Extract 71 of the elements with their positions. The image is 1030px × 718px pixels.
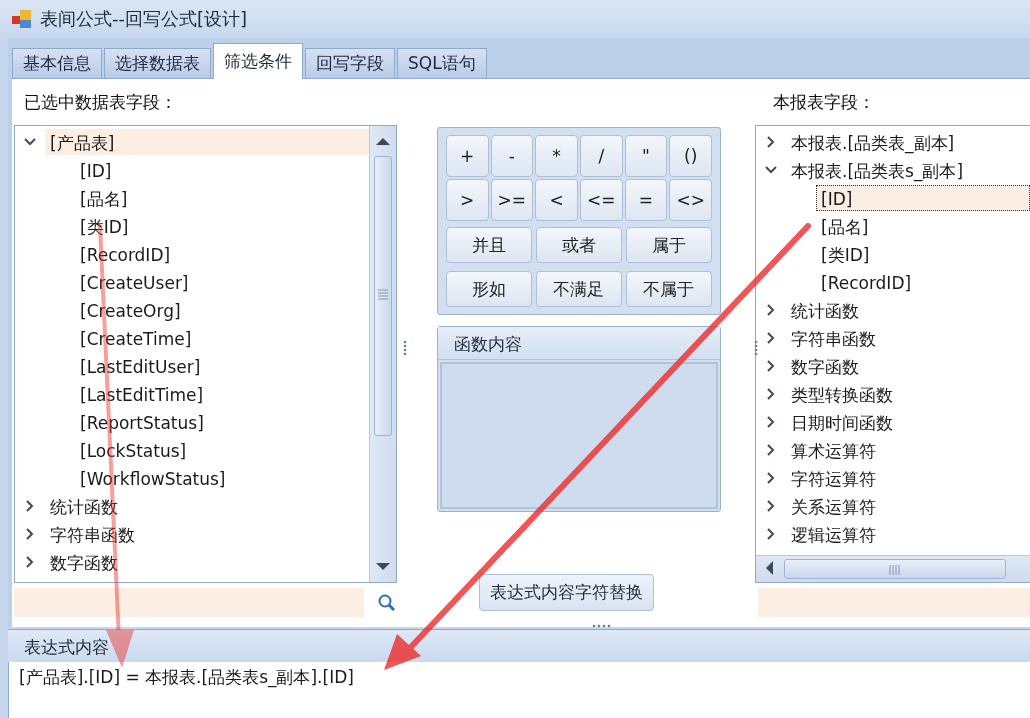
condition-button[interactable]: 不满足 (535, 271, 622, 307)
window-title: 表间公式--回写公式[设计] (40, 7, 248, 31)
tree-item[interactable]: [RecordID] (75, 241, 370, 267)
search-field[interactable] (758, 588, 1030, 617)
tree-item[interactable]: 数字函数 (786, 353, 1030, 379)
operator-button[interactable]: " (624, 135, 668, 177)
tree-item[interactable]: 本报表.[品类表s_副本] (786, 157, 1030, 183)
tree-item[interactable]: [WorkflowStatus] (75, 465, 370, 491)
tree-item[interactable]: [CreateOrg] (75, 297, 370, 323)
tree-item[interactable]: [ID] (75, 157, 370, 183)
tree-item[interactable]: [LastEditTime] (75, 381, 370, 407)
splitter-grip-icon (592, 624, 612, 628)
operator-button[interactable]: < (535, 179, 578, 221)
tree-item[interactable]: 统计函数 (45, 493, 370, 519)
app-icon (12, 9, 32, 29)
tree-item[interactable]: [类ID] (816, 241, 1030, 267)
operator-button[interactable]: <> (669, 179, 712, 221)
search-icon[interactable] (378, 594, 395, 611)
field-list-label: 已选中数据表字段： (23, 91, 178, 114)
tree-item[interactable]: 类型转换函数 (786, 381, 1030, 407)
condition-button[interactable]: 属于 (625, 227, 712, 263)
tree-item[interactable]: 本报表.[品类表_副本] (786, 129, 1030, 155)
horizontal-scrollbar[interactable] (756, 555, 1030, 582)
tree-item[interactable]: [品名] (75, 185, 370, 211)
operator-button[interactable]: <= (579, 179, 623, 221)
tree-item[interactable]: 统计函数 (786, 297, 1030, 323)
tree-item[interactable]: [CreateUser] (75, 269, 370, 295)
operator-button[interactable]: - (490, 135, 534, 177)
vertical-scrollbar[interactable] (368, 126, 396, 582)
operator-button[interactable]: * (535, 135, 578, 177)
tree-item[interactable]: [RecordID] (816, 269, 1030, 295)
tree-item[interactable]: [产品表] (45, 129, 370, 155)
search-field[interactable] (14, 588, 364, 617)
operator-button[interactable]: = (624, 179, 668, 221)
tree-item[interactable]: 字符运算符 (786, 465, 1030, 491)
tree-item[interactable]: 数字函数 (45, 549, 370, 575)
condition-button[interactable]: 形如 (445, 271, 532, 307)
operator-button[interactable]: / (579, 135, 623, 177)
splitter-grip-icon (754, 340, 758, 356)
tab[interactable]: 选择数据表 (104, 48, 211, 78)
condition-button[interactable]: 并且 (445, 227, 532, 263)
tree-item[interactable]: [LastEditUser] (75, 353, 370, 379)
operator-button[interactable]: () (669, 135, 712, 177)
condition-button[interactable]: 不属于 (625, 271, 712, 307)
tree-item[interactable]: 日期时间函数 (786, 409, 1030, 435)
panel-title: 函数内容 (437, 327, 720, 360)
tree-item[interactable]: 关系运算符 (786, 493, 1030, 519)
tree-item[interactable]: [LockStatus] (75, 437, 370, 463)
tree-item[interactable]: [ID] (816, 185, 1030, 211)
tab[interactable]: SQL语句 (397, 48, 487, 78)
tree-item[interactable]: [ReportStatus] (75, 409, 370, 435)
panel-title: 表达式内容 (8, 630, 1030, 662)
tab[interactable]: 筛选条件 (213, 43, 303, 79)
tab[interactable]: 基本信息 (12, 48, 102, 78)
replace-button[interactable]: 表达式内容字符替换 (478, 574, 654, 611)
operator-button[interactable]: + (445, 135, 489, 177)
tree-item[interactable]: [品名] (816, 213, 1030, 239)
tab[interactable]: 回写字段 (305, 48, 395, 78)
tree-item[interactable]: 算术运算符 (786, 437, 1030, 463)
grip-icon (889, 565, 900, 575)
field-list-label: 本报表字段： (772, 91, 876, 114)
tree-item[interactable]: 字符串函数 (786, 325, 1030, 351)
operator-button[interactable]: >= (490, 179, 534, 221)
tree-item[interactable]: [CreateTime] (75, 325, 370, 351)
operator-button[interactable]: > (445, 179, 489, 221)
condition-button[interactable]: 或者 (535, 227, 622, 263)
grip-icon (377, 289, 388, 300)
splitter-grip-icon (403, 340, 407, 356)
tree-item[interactable]: 字符串函数 (45, 521, 370, 547)
tree-item[interactable]: [类ID] (75, 213, 370, 239)
tree-item[interactable]: 逻辑运算符 (786, 521, 1030, 547)
